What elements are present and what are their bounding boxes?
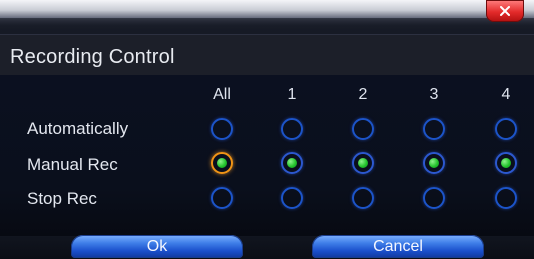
row-label-manual-rec: Manual Rec bbox=[27, 155, 118, 174]
dialog-header: Recording Control bbox=[0, 34, 534, 76]
radio-stop-rec-3[interactable] bbox=[423, 187, 445, 209]
radio-stop-rec-1[interactable] bbox=[281, 187, 303, 209]
radio-stop-rec-all[interactable] bbox=[211, 187, 233, 209]
radio-automatically-1[interactable] bbox=[281, 118, 303, 140]
column-header-4: 4 bbox=[501, 86, 511, 103]
radio-automatically-3[interactable] bbox=[423, 118, 445, 140]
radio-automatically-4[interactable] bbox=[495, 118, 517, 140]
radio-manual-rec-1[interactable] bbox=[281, 152, 303, 174]
top-bar-shade bbox=[0, 18, 534, 34]
column-header-all: All bbox=[213, 86, 231, 103]
close-button[interactable] bbox=[486, 0, 524, 22]
cancel-button[interactable]: Cancel bbox=[312, 235, 484, 258]
row-label-stop-rec: Stop Rec bbox=[27, 189, 97, 208]
radio-stop-rec-4[interactable] bbox=[495, 187, 517, 209]
radio-manual-rec-2[interactable] bbox=[352, 152, 374, 174]
row-label-automatically: Automatically bbox=[27, 119, 129, 138]
radio-manual-rec-all[interactable] bbox=[211, 152, 233, 174]
column-header-1: 1 bbox=[287, 86, 297, 103]
recording-grid: All 1 2 3 4 Automatically Manual Rec Sto… bbox=[0, 75, 534, 236]
radio-automatically-2[interactable] bbox=[352, 118, 374, 140]
radio-automatically-all[interactable] bbox=[211, 118, 233, 140]
window-top-bar bbox=[0, 0, 534, 34]
column-header-2: 2 bbox=[358, 86, 368, 103]
close-icon bbox=[500, 6, 510, 16]
radio-stop-rec-2[interactable] bbox=[352, 187, 374, 209]
ok-button[interactable]: Ok bbox=[71, 235, 243, 258]
column-header-3: 3 bbox=[429, 86, 439, 103]
radio-manual-rec-3[interactable] bbox=[423, 152, 445, 174]
dialog-title: Recording Control bbox=[10, 46, 175, 68]
radio-manual-rec-4[interactable] bbox=[495, 152, 517, 174]
